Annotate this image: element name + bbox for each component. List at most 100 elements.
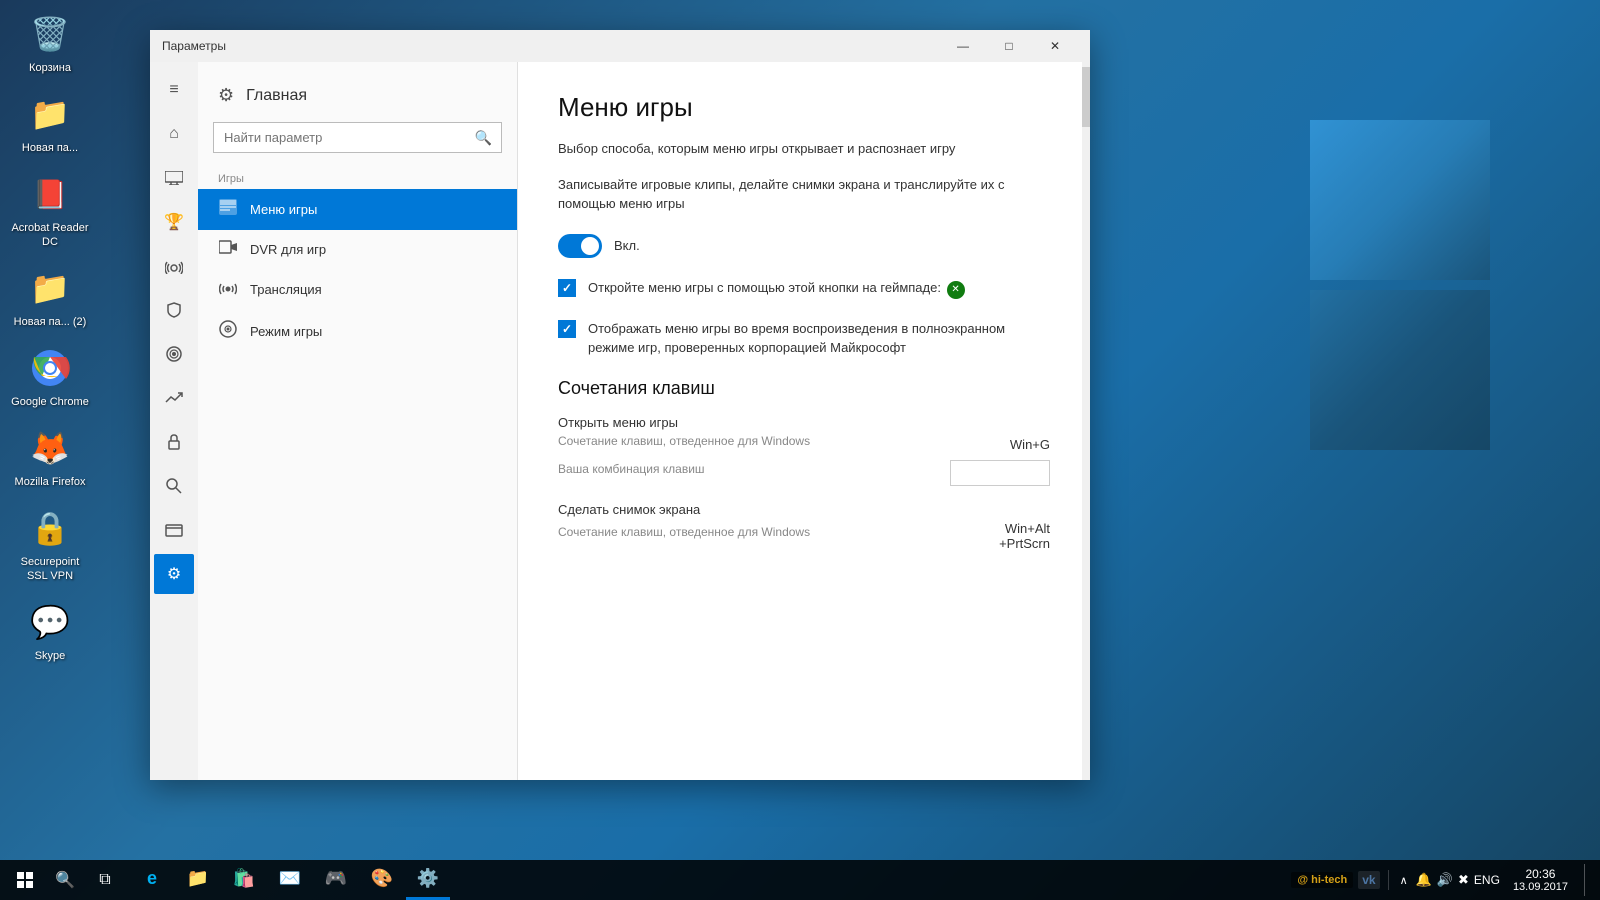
desktop-icon-recycle-bin[interactable]: 🗑️ Корзина bbox=[10, 10, 90, 75]
desktop-icon-new-folder1[interactable]: 📁 Новая па... bbox=[10, 90, 90, 155]
nav-gear-button[interactable]: ⚙ bbox=[154, 554, 194, 594]
taskbar-time-area[interactable]: 20:36 13.09.2017 bbox=[1505, 867, 1576, 893]
firefox-label: Mozilla Firefox bbox=[15, 476, 86, 489]
shortcut-open-custom-row: Ваша комбинация клавиш bbox=[558, 460, 1050, 486]
shortcut-open-value: Win+G bbox=[1010, 437, 1050, 452]
taskbar-paint-button[interactable]: 🎨 bbox=[360, 860, 404, 900]
checkmark-2: ✓ bbox=[562, 322, 572, 336]
xbox-icon: ✕ bbox=[947, 281, 965, 299]
checkmark-1: ✓ bbox=[562, 281, 572, 295]
shortcut-open-windows-row: Сочетание клавиш, отведенное для Windows… bbox=[558, 434, 1050, 456]
checkbox-1[interactable]: ✓ bbox=[558, 279, 576, 297]
hi-tech-logo: @ hi-tech bbox=[1291, 872, 1353, 888]
firefox-icon: 🦊 bbox=[26, 424, 74, 472]
taskbar-language[interactable]: ENG bbox=[1474, 873, 1500, 887]
checkbox-1-text: Откройте меню игры с помощью этой кнопки… bbox=[588, 278, 965, 299]
shortcut-open-input[interactable] bbox=[950, 460, 1050, 486]
desktop-icon-securepoint[interactable]: 🔒 Securepoint SSL VPN bbox=[10, 504, 90, 582]
settings-search-container: 🔍 bbox=[213, 122, 502, 153]
taskbar-mute-icon[interactable]: ✖ bbox=[1458, 872, 1469, 888]
scrollbar-track[interactable] bbox=[1082, 62, 1090, 780]
nav-trending-button[interactable] bbox=[154, 378, 194, 418]
new-folder2-icon: 📁 bbox=[26, 264, 74, 312]
vk-icon[interactable]: vk bbox=[1358, 871, 1379, 889]
shortcut-screenshot-windows-row: Сочетание клавиш, отведенное для Windows… bbox=[558, 521, 1050, 551]
desktop-icon-chrome[interactable]: Google Chrome bbox=[10, 344, 90, 409]
taskbar-edge-button[interactable]: e bbox=[130, 860, 174, 900]
taskbar-show-hidden-button[interactable]: ∧ bbox=[1397, 874, 1411, 887]
nav-rail: ≡ ⌂ 🏆 bbox=[150, 62, 198, 780]
taskbar: 🔍 ⧉ e 📁 🛍️ ✉️ 🎮 🎨 ⚙️ @ hi-tech vk ∧ 🔔 🔊 … bbox=[0, 860, 1600, 900]
close-button[interactable]: ✕ bbox=[1032, 30, 1078, 62]
desktop-icon-acrobat[interactable]: 📕 Acrobat Reader DC bbox=[10, 170, 90, 248]
desktop-icons: 🗑️ Корзина 📁 Новая па... 📕 Acrobat Reade… bbox=[10, 10, 90, 663]
nav-search-button[interactable] bbox=[154, 466, 194, 506]
scrollbar-thumb[interactable] bbox=[1082, 67, 1090, 127]
taskbar-store-button[interactable]: 🛍️ bbox=[222, 860, 266, 900]
nav-card-button[interactable] bbox=[154, 510, 194, 550]
chrome-icon bbox=[26, 344, 74, 392]
nav-trophy-button[interactable]: 🏆 bbox=[154, 202, 194, 242]
shortcuts-section: Сочетания клавиш Открыть меню игры Сочет… bbox=[558, 378, 1050, 551]
acrobat-label: Acrobat Reader DC bbox=[10, 222, 90, 248]
checkbox-2-text: Отображать меню игры во время воспроизве… bbox=[588, 319, 1050, 358]
recycle-bin-icon: 🗑️ bbox=[26, 10, 74, 58]
settings-search-input[interactable] bbox=[213, 122, 502, 153]
page-title: Меню игры bbox=[558, 92, 1050, 123]
shortcut-open-sub: Сочетание клавиш, отведенное для Windows bbox=[558, 434, 810, 448]
taskbar-show-desktop-button[interactable] bbox=[1584, 864, 1590, 896]
desktop-icon-new-folder2[interactable]: 📁 Новая па... (2) bbox=[10, 264, 90, 329]
dvr-icon bbox=[218, 240, 238, 259]
nav-item-broadcast[interactable]: Трансляция bbox=[198, 269, 517, 310]
shortcut-open-group: Открыть меню игры Сочетание клавиш, отве… bbox=[558, 415, 1050, 486]
nav-item-game-mode-label: Режим игры bbox=[250, 324, 322, 339]
taskbar-mail-button[interactable]: ✉️ bbox=[268, 860, 312, 900]
settings-section-label: Игры bbox=[198, 161, 517, 189]
nav-broadcast-button[interactable] bbox=[154, 246, 194, 286]
new-folder2-label: Новая па... (2) bbox=[14, 316, 87, 329]
nav-lock-button[interactable] bbox=[154, 422, 194, 462]
desktop-icon-skype[interactable]: 💬 Skype bbox=[10, 598, 90, 663]
main-toggle[interactable] bbox=[558, 234, 602, 258]
nav-shield-button[interactable] bbox=[154, 290, 194, 330]
nav-item-broadcast-label: Трансляция bbox=[250, 282, 322, 297]
new-folder1-icon: 📁 bbox=[26, 90, 74, 138]
nav-item-game-mode[interactable]: Режим игры bbox=[198, 310, 517, 353]
checkbox-2[interactable]: ✓ bbox=[558, 320, 576, 338]
taskbar-search-button[interactable]: 🔍 bbox=[45, 860, 85, 900]
taskbar-taskview-button[interactable]: ⧉ bbox=[85, 860, 125, 900]
desktop-icon-firefox[interactable]: 🦊 Mozilla Firefox bbox=[10, 424, 90, 489]
game-mode-icon bbox=[218, 320, 238, 343]
nav-home-button[interactable]: ⌂ bbox=[154, 114, 194, 154]
minimize-button[interactable]: — bbox=[940, 30, 986, 62]
nav-item-dvr[interactable]: DVR для игр bbox=[198, 230, 517, 269]
window-titlebar: Параметры — □ ✕ bbox=[150, 30, 1090, 62]
shortcut-open-label: Открыть меню игры bbox=[558, 415, 1050, 430]
nav-screen-button[interactable] bbox=[154, 158, 194, 198]
start-button[interactable] bbox=[5, 860, 45, 900]
taskbar-xbox-button[interactable]: 🎮 bbox=[314, 860, 358, 900]
game-menu-icon bbox=[218, 199, 238, 220]
nav-item-game-menu[interactable]: Меню игры bbox=[198, 189, 517, 230]
taskbar-date: 13.09.2017 bbox=[1513, 881, 1568, 893]
settings-panel: ⚙ Главная 🔍 Игры Меню игры bbox=[198, 62, 518, 780]
shortcuts-title: Сочетания клавиш bbox=[558, 378, 1050, 399]
nav-target-button[interactable] bbox=[154, 334, 194, 374]
nav-hamburger-button[interactable]: ≡ bbox=[154, 70, 194, 110]
taskbar-explorer-button[interactable]: 📁 bbox=[176, 860, 220, 900]
shortcut-screenshot-label: Сделать снимок экрана bbox=[558, 502, 1050, 517]
recycle-bin-label: Корзина bbox=[29, 62, 71, 75]
taskbar-volume-icon[interactable]: 🔊 bbox=[1437, 872, 1453, 888]
shortcut-screenshot-value: Win+Alt +PrtScrn bbox=[999, 521, 1050, 551]
settings-window: Параметры — □ ✕ ≡ ⌂ 🏆 bbox=[150, 30, 1090, 780]
page-description-1: Выбор способа, которым меню игры открыва… bbox=[558, 139, 1050, 159]
taskbar-network-icon[interactable]: 🔔 bbox=[1416, 872, 1432, 888]
gear-icon: ⚙ bbox=[218, 85, 234, 106]
settings-home-button[interactable]: ⚙ Главная bbox=[198, 77, 517, 114]
windows-logo-decoration bbox=[1290, 20, 1490, 780]
maximize-button[interactable]: □ bbox=[986, 30, 1032, 62]
taskbar-settings-button[interactable]: ⚙️ bbox=[406, 860, 450, 900]
chrome-label: Google Chrome bbox=[11, 396, 89, 409]
taskbar-divider bbox=[1388, 870, 1389, 890]
window-body: ≡ ⌂ 🏆 bbox=[150, 62, 1090, 780]
